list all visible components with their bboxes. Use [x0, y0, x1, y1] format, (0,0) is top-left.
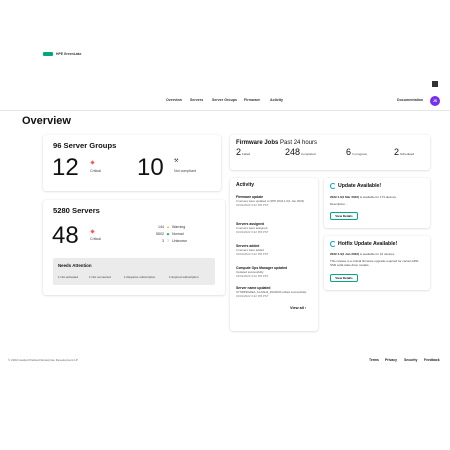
critical-icon: [90, 229, 95, 234]
app-grid-icon[interactable]: [432, 81, 438, 87]
servers-card[interactable]: 5280 Servers 48 Critical 144 ▲ Warning 5…: [43, 200, 225, 295]
hpe-logo: [43, 52, 53, 56]
needs-attention-title: Needs Attention: [58, 263, 92, 268]
needs-attention-item[interactable]: 1 Expired subscription: [169, 275, 199, 279]
update-available-desc: Description...: [330, 202, 348, 206]
servers-critical-count: 48: [52, 222, 79, 249]
firmware-jobs-card[interactable]: Firmware Jobs Past 24 hours 2Failed 248C…: [230, 135, 430, 170]
server-groups-noncompliant-count: 10: [137, 154, 164, 181]
footer-privacy[interactable]: Privacy: [385, 358, 397, 362]
update-available-text: 2022.1.0(1 Mar 2022) is available for 17…: [330, 195, 397, 199]
activity-item[interactable]: Servers added 3 servers were added 01/01…: [236, 244, 312, 257]
activity-title: Activity: [236, 182, 255, 188]
brand-name: HPE GreenLake: [56, 52, 82, 56]
server-groups-noncompliant-label: Not compliant: [174, 169, 196, 173]
copyright: © 2022 Hewlett Packard Enterprise Develo…: [8, 358, 78, 362]
view-details-button[interactable]: View Details: [330, 274, 358, 282]
firmware-jobs-title: Firmware Jobs Past 24 hours: [236, 140, 318, 146]
status-normal: 5502 ◆ Normal: [156, 232, 184, 236]
activity-item[interactable]: Firmware update 3 servers were updated t…: [236, 195, 312, 208]
servers-critical-label: Critical: [90, 237, 101, 241]
server-groups-critical-label: Critical: [90, 169, 101, 173]
activity-item[interactable]: Compute Ops Manager updated Updated succ…: [236, 266, 312, 279]
firmware-failed: 2Failed: [236, 147, 251, 157]
status-warning: 144 ▲ Warning: [158, 225, 186, 229]
hotfix-update-title: Hotfix Update Available!: [330, 241, 397, 247]
unknown-icon: ?: [167, 239, 169, 243]
sync-icon: [330, 241, 336, 247]
nav-server-groups[interactable]: Server Groups: [212, 98, 237, 102]
footer-terms[interactable]: Terms: [369, 358, 379, 362]
needs-attention-item[interactable]: 1 Not connected: [89, 275, 111, 279]
update-available-card: Update Available! 2022.1.0(1 Mar 2022) i…: [324, 178, 430, 228]
page-title: Overview: [22, 115, 71, 127]
firmware-in-progress: 6In progress: [346, 147, 368, 157]
firmware-completed: 248Completed: [285, 147, 316, 157]
sync-icon: [330, 183, 336, 189]
avatar[interactable]: JS: [430, 96, 440, 106]
nav-overview[interactable]: Overview: [166, 98, 182, 102]
normal-icon: ◆: [166, 232, 170, 236]
update-available-title: Update Available!: [330, 183, 381, 189]
hotfix-update-text: 2022.1.3(1 Jun 2022) is available for 16…: [330, 252, 396, 256]
server-groups-critical-count: 12: [52, 154, 79, 181]
documentation-link[interactable]: Documentation: [397, 98, 423, 102]
needs-attention-item[interactable]: 1 Not activated: [58, 275, 78, 279]
view-details-button[interactable]: View Details: [330, 212, 358, 220]
nav-servers[interactable]: Servers: [190, 98, 203, 102]
main-nav: Overview Servers Server Groups Firmware …: [0, 98, 450, 106]
status-unknown: 3 ? Unknown: [162, 239, 187, 243]
firmware-scheduled: 2Scheduled: [394, 147, 415, 157]
chevron-right-icon: ›: [304, 306, 307, 310]
brand[interactable]: HPE GreenLake: [43, 52, 81, 56]
nav-activity[interactable]: Activity: [270, 98, 283, 102]
hotfix-update-card: Hotfix Update Available! 2022.1.3(1 Jun …: [324, 236, 430, 290]
footer-security[interactable]: Security: [404, 358, 417, 362]
nav-firmware[interactable]: Firmware: [244, 98, 260, 102]
wrench-icon: ⚒: [174, 158, 179, 164]
footer-feedback[interactable]: Feedback: [424, 358, 440, 362]
activity-card: Activity Firmware update 3 servers were …: [230, 178, 318, 331]
activity-item[interactable]: Server name updated SYSRPRAZEA_KLASH4_20…: [236, 286, 312, 299]
view-all-link[interactable]: View all ›: [290, 306, 306, 310]
servers-title: 5280 Servers: [53, 206, 100, 215]
server-groups-card[interactable]: 96 Server Groups 12 Critical 10 ⚒ Not co…: [43, 135, 221, 191]
needs-attention-panel: Needs Attention 1 Not activated 1 Not co…: [53, 258, 215, 285]
activity-item[interactable]: Servers assigned 3 servers were assigned…: [236, 222, 312, 235]
server-groups-title: 96 Server Groups: [53, 141, 117, 150]
needs-attention-item[interactable]: 1 Requires subscription: [124, 275, 155, 279]
warning-icon: ▲: [166, 225, 170, 229]
app-root: HPE GreenLake Overview Servers Server Gr…: [0, 0, 450, 450]
nav-divider: [0, 110, 450, 111]
critical-icon: [90, 160, 95, 165]
hotfix-update-desc: This release is a critical firmware upgr…: [330, 259, 419, 267]
